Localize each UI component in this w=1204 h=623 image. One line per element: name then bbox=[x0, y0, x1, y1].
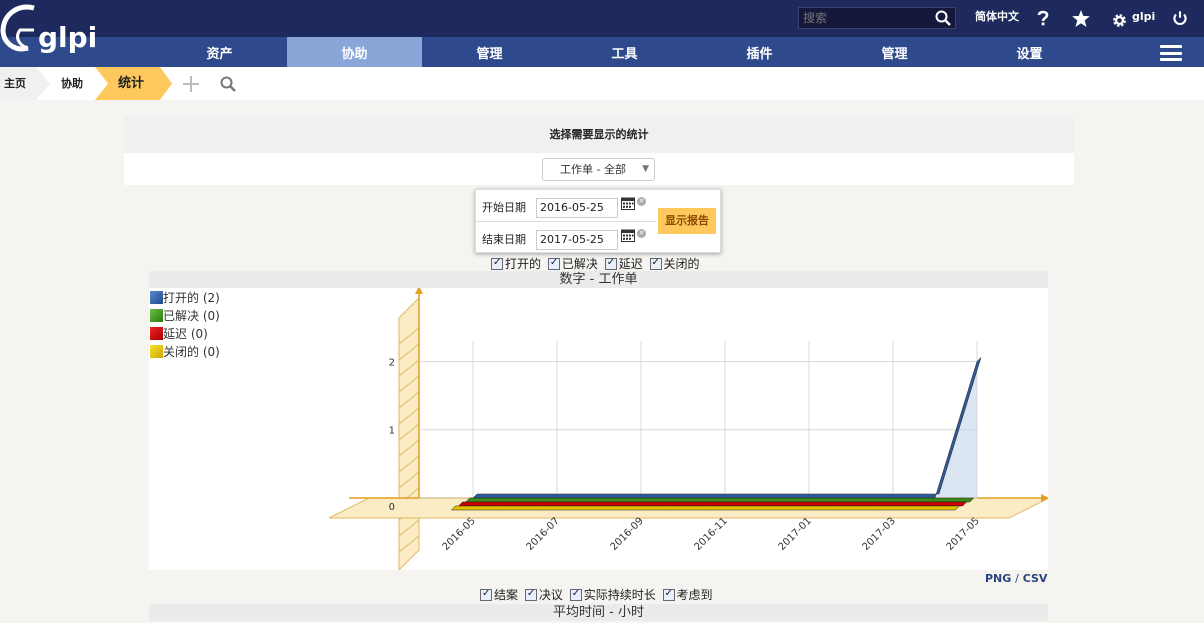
x-tick-label: 2017-05 bbox=[945, 516, 982, 553]
checkbox-closed[interactable] bbox=[649, 257, 662, 270]
y-axis-wall bbox=[398, 296, 420, 572]
show-report-button[interactable]: 显示报告 bbox=[658, 208, 716, 234]
export-png-link[interactable]: PNG bbox=[985, 572, 1011, 585]
calendar-icon[interactable] bbox=[621, 196, 635, 210]
checkbox-closure[interactable] bbox=[480, 588, 492, 601]
series-line-3 bbox=[450, 505, 961, 511]
check-label-opened: 打开的 bbox=[505, 257, 542, 271]
end-date-label: 结束日期 bbox=[482, 233, 526, 246]
x-tick-label: 2016-05 bbox=[441, 516, 478, 553]
x-tick-label: 2016-07 bbox=[525, 516, 562, 553]
legend-label: 延迟 (0) bbox=[163, 327, 208, 341]
export-links: PNG / CSV bbox=[985, 572, 1047, 585]
series-line-0 bbox=[472, 357, 982, 499]
check-label-closure: 结案 bbox=[494, 588, 519, 602]
legend-swatch bbox=[150, 327, 163, 340]
stat-type-select[interactable]: 工作单 - 全部 ▼ bbox=[542, 158, 655, 181]
start-date-input[interactable]: 2016-05-25 bbox=[536, 198, 618, 218]
end-date-input[interactable]: 2017-05-25 bbox=[536, 230, 618, 250]
nav-item-administration[interactable]: 管理 bbox=[827, 37, 962, 67]
menu-hamburger-icon[interactable] bbox=[1160, 45, 1182, 61]
search-field[interactable] bbox=[798, 7, 956, 29]
check-label-late: 延迟 bbox=[618, 257, 643, 271]
date-filter-box: 开始日期 2016-05-25 ✕ 结束日期 2017-05-25 ✕ 显示报告 bbox=[475, 189, 721, 253]
nav-item-setup[interactable]: 设置 bbox=[962, 37, 1097, 67]
legend-swatch bbox=[150, 345, 163, 358]
legend-item-late[interactable]: 延迟 (0) bbox=[150, 325, 220, 343]
export-separator: / bbox=[1015, 572, 1019, 585]
chart-legend: 打开的 (2) 已解决 (0) 延迟 (0) 关闭的 (0) bbox=[150, 289, 220, 361]
y-axis-arrow bbox=[415, 286, 423, 294]
breadcrumb-home[interactable]: 主页 bbox=[4, 67, 26, 100]
chart-area: 0 1 2 2016-05 2016-07 2016-09 2016-11 2017-01 20… bbox=[149, 286, 1050, 572]
checkbox-solved[interactable] bbox=[547, 257, 560, 270]
check-label-real-duration: 实际持续时长 bbox=[583, 588, 656, 602]
x-tick-label: 2016-11 bbox=[693, 516, 730, 553]
clear-date-icon[interactable]: ✕ bbox=[637, 197, 646, 206]
checkbox-resolution[interactable] bbox=[524, 588, 537, 601]
chart-svg: 0 1 2 2016-05 2016-07 2016-09 2016-11 2017-01 20… bbox=[328, 286, 1050, 572]
chart-title: 数字 - 工作单 bbox=[149, 271, 1048, 288]
x-tick-label: 2017-01 bbox=[777, 516, 814, 553]
legend-label: 关闭的 (0) bbox=[163, 345, 220, 359]
breadcrumb: 主页 协助 统计 bbox=[0, 67, 1204, 100]
user-link[interactable]: glpi bbox=[1132, 0, 1155, 37]
check-label-take-into-account: 考虑到 bbox=[676, 588, 713, 602]
nav-item-plugins[interactable]: 插件 bbox=[692, 37, 827, 67]
glpi-logo[interactable]: glpi bbox=[0, 0, 100, 66]
search-icon[interactable] bbox=[220, 76, 236, 92]
logout-power-icon[interactable] bbox=[1172, 7, 1188, 40]
stat-type-value: 工作单 - 全部 bbox=[560, 163, 626, 176]
x-tick-label: 2016-09 bbox=[609, 516, 646, 553]
legend-swatch bbox=[150, 291, 163, 304]
legend-item-solved[interactable]: 已解决 (0) bbox=[150, 307, 220, 325]
stat-selector-panel: 选择需要显示的统计 工作单 - 全部 ▼ bbox=[124, 116, 1074, 185]
clear-date-icon[interactable]: ✕ bbox=[637, 229, 646, 238]
breadcrumb-assistance[interactable]: 协助 bbox=[61, 67, 83, 100]
start-date-label: 开始日期 bbox=[482, 201, 526, 214]
breadcrumb-arrows bbox=[0, 67, 172, 100]
top-bar: 简体中文 glpi bbox=[0, 0, 1204, 37]
help-icon[interactable] bbox=[1037, 6, 1049, 39]
chart2-title: 平均时间 - 小时 bbox=[149, 604, 1048, 621]
add-icon[interactable] bbox=[183, 76, 199, 92]
checkbox-late[interactable] bbox=[604, 257, 617, 270]
y-tick-label: 1 bbox=[389, 426, 395, 437]
y-tick-label: 2 bbox=[389, 357, 395, 368]
checkbox-take-into-account[interactable] bbox=[662, 588, 675, 601]
checkbox-opened[interactable] bbox=[491, 257, 503, 270]
search-icon[interactable] bbox=[935, 10, 951, 26]
search-input[interactable] bbox=[799, 8, 929, 28]
legend-item-opened[interactable]: 打开的 (2) bbox=[150, 289, 220, 307]
series-line-1 bbox=[465, 497, 975, 503]
nav-item-assistance[interactable]: 协助 bbox=[287, 37, 422, 67]
checkbox-real-duration[interactable] bbox=[569, 588, 582, 601]
breadcrumb-statistics[interactable]: 统计 bbox=[118, 67, 144, 100]
chart1-series-toggles: 打开的 已解决 延迟 关闭的 bbox=[488, 255, 700, 272]
nav-item-assets[interactable]: 资产 bbox=[152, 37, 287, 67]
x-tick-label: 2017-03 bbox=[861, 516, 898, 553]
legend-swatch bbox=[150, 309, 163, 322]
nav-item-tools[interactable]: 工具 bbox=[557, 37, 692, 67]
logo-text: glpi bbox=[38, 21, 97, 54]
y-tick-label: 0 bbox=[389, 502, 395, 513]
bookmark-star-icon[interactable] bbox=[1072, 7, 1090, 40]
nav-item-management[interactable]: 管理 bbox=[422, 37, 557, 67]
legend-item-closed[interactable]: 关闭的 (0) bbox=[150, 343, 220, 361]
export-csv-link[interactable]: CSV bbox=[1023, 572, 1048, 585]
language-link[interactable]: 简体中文 bbox=[975, 0, 1019, 37]
chevron-down-icon: ▼ bbox=[642, 164, 649, 174]
series-line-2 bbox=[457, 501, 968, 507]
check-label-resolution: 决议 bbox=[538, 588, 563, 602]
main-nav: 资产 协助 管理 工具 插件 管理 设置 bbox=[0, 37, 1204, 67]
calendar-icon[interactable] bbox=[621, 228, 635, 242]
check-label-closed: 关闭的 bbox=[663, 257, 700, 271]
legend-label: 打开的 (2) bbox=[163, 291, 220, 305]
chart2-series-toggles: 结案 决议 实际持续时长 考虑到 bbox=[477, 586, 713, 603]
legend-label: 已解决 (0) bbox=[163, 309, 220, 323]
check-label-solved: 已解决 bbox=[561, 257, 598, 271]
stat-selector-header: 选择需要显示的统计 bbox=[124, 116, 1074, 153]
